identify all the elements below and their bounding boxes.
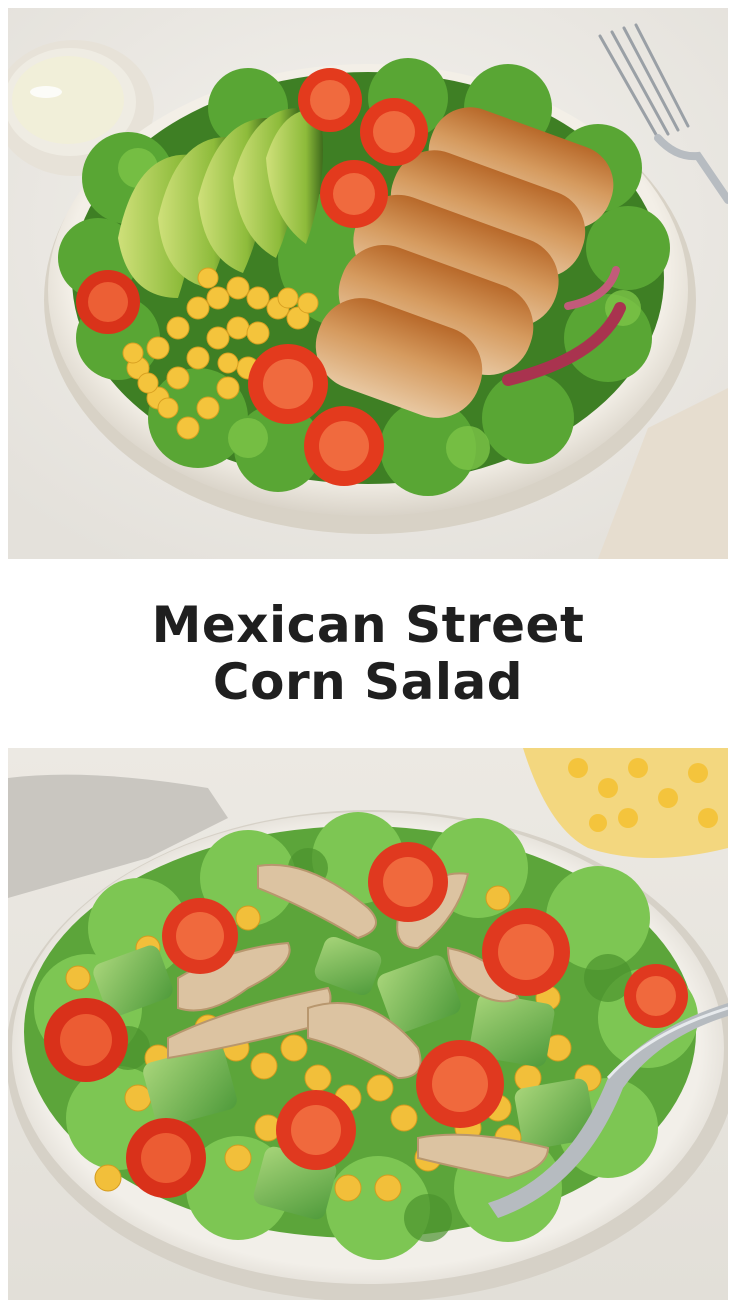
page-title: Mexican Street Corn Salad xyxy=(151,595,585,711)
title-band: Mexican Street Corn Salad xyxy=(0,559,736,748)
title-line-1: Mexican Street xyxy=(151,595,585,654)
top-salad-image xyxy=(8,8,728,559)
top-salad-photo xyxy=(8,8,728,559)
bottom-salad-image xyxy=(8,748,728,1300)
bottom-salad-photo xyxy=(8,748,728,1300)
title-line-2: Corn Salad xyxy=(212,652,524,711)
